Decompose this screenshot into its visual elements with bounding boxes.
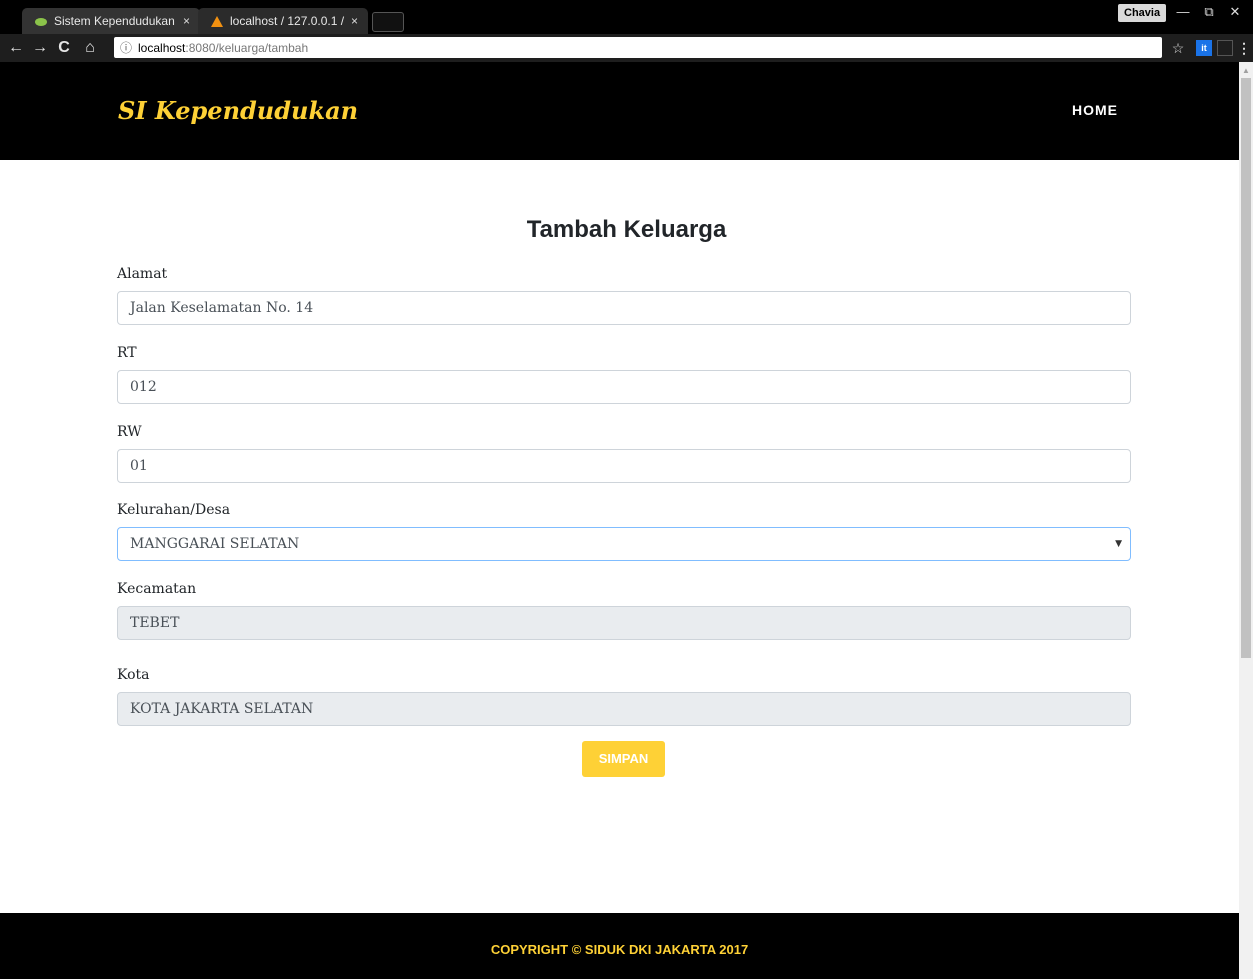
url-host: localhost bbox=[138, 40, 186, 55]
star-icon[interactable]: ☆ bbox=[1170, 40, 1186, 56]
simpan-button[interactable]: SIMPAN bbox=[582, 741, 665, 777]
address-bar[interactable]: ⓘ localhost :8080/keluarga/tambah bbox=[114, 37, 1162, 58]
scroll-up-icon[interactable]: ▲ bbox=[1242, 66, 1250, 75]
back-icon[interactable]: ← bbox=[6, 38, 26, 58]
kota-input: KOTA JAKARTA SELATAN bbox=[117, 692, 1131, 726]
copyright-text: COPYRIGHT © SIDUK DKI JAKARTA 2017 bbox=[490, 942, 749, 957]
extension-icon-2[interactable] bbox=[1217, 40, 1233, 56]
tab-title: Sistem Kependudukan O bbox=[54, 14, 177, 28]
kelurahan-select[interactable]: MANGGARAI SELATAN ▼ bbox=[117, 527, 1131, 561]
kecamatan-label: Kecamatan bbox=[117, 581, 197, 597]
kelurahan-selected-value: MANGGARAI SELATAN bbox=[130, 536, 300, 552]
page-content: SI Kependudukan HOME Tambah Keluarga Ala… bbox=[0, 62, 1239, 979]
chevron-down-icon: ▼ bbox=[1115, 539, 1122, 549]
page-scrollbar[interactable]: ▲ bbox=[1239, 62, 1253, 979]
alamat-label: Alamat bbox=[117, 266, 168, 282]
spring-leaf-icon bbox=[34, 14, 48, 28]
kota-label: Kota bbox=[117, 667, 150, 683]
footer: COPYRIGHT © SIDUK DKI JAKARTA 2017 bbox=[0, 913, 1239, 979]
kecamatan-input: TEBET bbox=[117, 606, 1131, 640]
restore-icon[interactable]: ⧉ bbox=[1196, 2, 1222, 22]
rt-input[interactable]: 012 bbox=[117, 370, 1131, 404]
tab-strip: Sistem Kependudukan O × localhost / 127.… bbox=[0, 0, 1253, 34]
menu-icon[interactable]: ⋮ bbox=[1236, 40, 1252, 56]
nav-link-home[interactable]: HOME bbox=[1072, 102, 1118, 118]
home-icon[interactable]: ⌂ bbox=[80, 38, 100, 58]
close-tab-icon[interactable]: × bbox=[351, 14, 358, 28]
scrollbar-thumb[interactable] bbox=[1241, 78, 1251, 658]
phpmyadmin-icon bbox=[210, 14, 224, 28]
rw-input[interactable]: 01 bbox=[117, 449, 1131, 483]
rw-label: RW bbox=[117, 424, 142, 440]
extension-icon[interactable]: it bbox=[1196, 40, 1212, 56]
profile-button[interactable]: Chavia bbox=[1118, 4, 1167, 22]
close-tab-icon[interactable]: × bbox=[183, 14, 190, 28]
reload-icon[interactable]: C bbox=[54, 38, 74, 58]
alamat-input[interactable]: Jalan Keselamatan No. 14 bbox=[117, 291, 1131, 325]
page-title: Tambah Keluarga bbox=[526, 216, 727, 243]
brand-logo[interactable]: SI Kependudukan bbox=[118, 96, 358, 125]
kelurahan-label: Kelurahan/Desa bbox=[117, 502, 231, 518]
browser-chrome: Sistem Kependudukan O × localhost / 127.… bbox=[0, 0, 1253, 62]
close-window-icon[interactable]: ✕ bbox=[1222, 2, 1248, 22]
tab-title: localhost / 127.0.0.1 / sid bbox=[230, 14, 345, 28]
browser-toolbar: ← → C ⌂ ⓘ localhost :8080/keluarga/tamba… bbox=[0, 34, 1253, 62]
tab-sistem-kependudukan[interactable]: Sistem Kependudukan O × bbox=[22, 8, 200, 34]
forward-icon[interactable]: → bbox=[30, 38, 50, 58]
url-path: :8080/keluarga/tambah bbox=[185, 40, 309, 55]
info-icon[interactable]: ⓘ bbox=[120, 39, 132, 56]
new-tab-button[interactable] bbox=[372, 12, 404, 32]
navbar: SI Kependudukan HOME bbox=[0, 62, 1239, 160]
tab-phpmyadmin[interactable]: localhost / 127.0.0.1 / sid × bbox=[198, 8, 368, 34]
minimize-icon[interactable]: — bbox=[1170, 2, 1196, 22]
rt-label: RT bbox=[117, 345, 137, 361]
